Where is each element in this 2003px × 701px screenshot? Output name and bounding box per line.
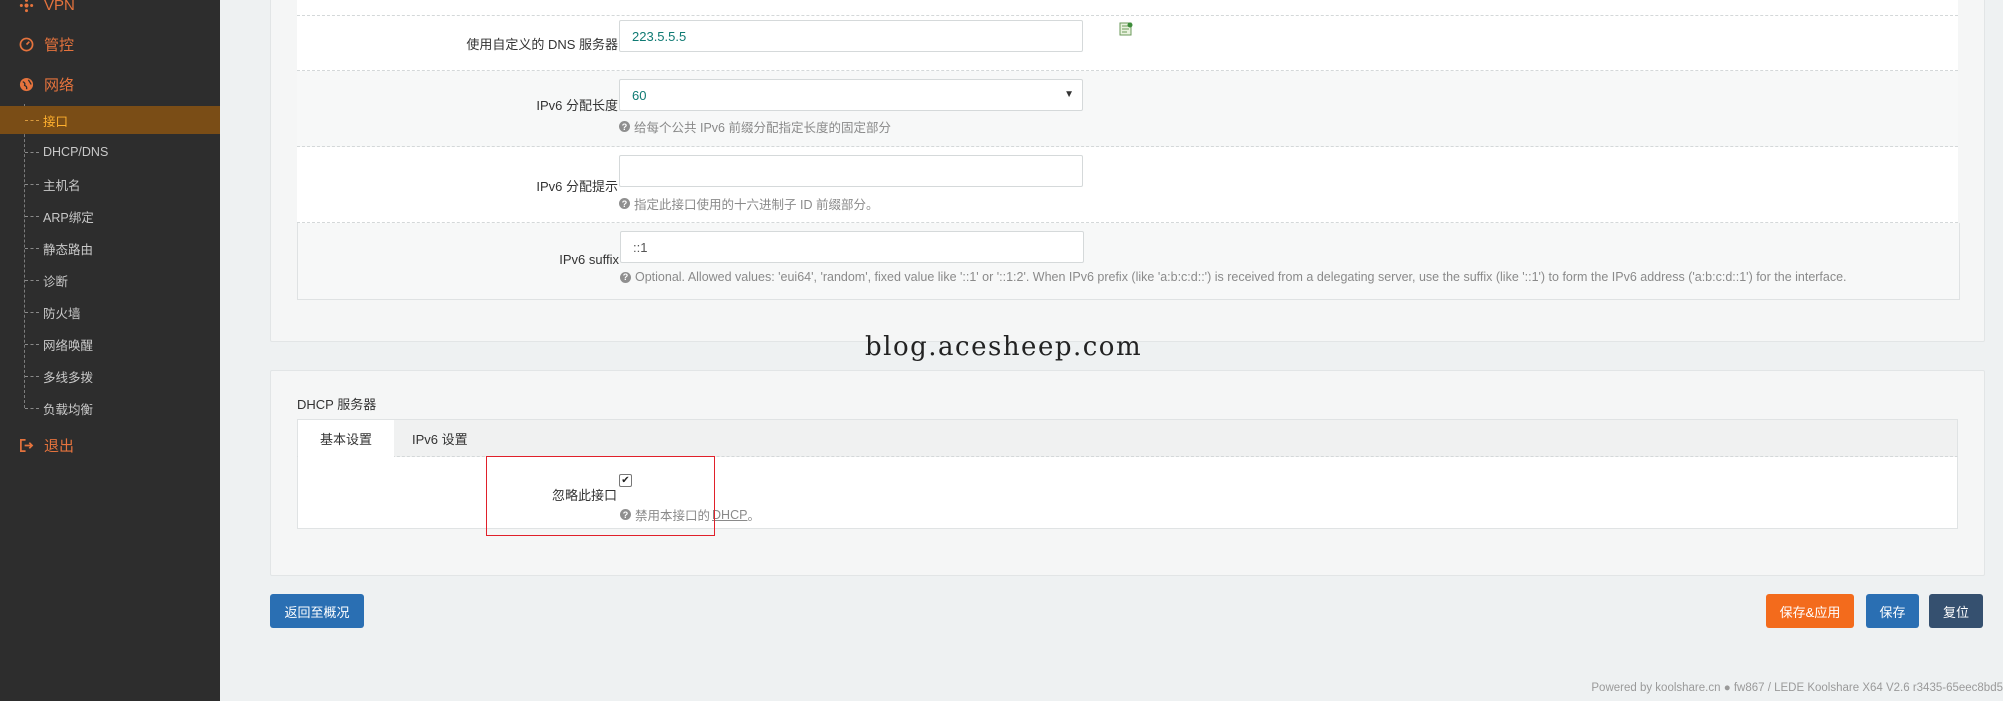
- help-text: 给每个公共 IPv6 前缀分配指定长度的固定部分: [634, 121, 891, 135]
- row-ipv6-assign-hint: IPv6 分配提示 ? 指定此接口使用的十六进制子 ID 前缀部分。: [297, 147, 1958, 223]
- reset-button[interactable]: 复位: [1929, 594, 1983, 628]
- watermark: blog.acesheep.com: [865, 332, 1143, 362]
- ipv6-hint-label: IPv6 分配提示: [536, 179, 618, 194]
- dhcp-section-title: DHCP 服务器: [297, 397, 377, 412]
- help-icon: ?: [619, 198, 630, 209]
- sidebar-subitem-wol[interactable]: 网络唤醒: [0, 330, 220, 358]
- custom-dns-value: 223.5.5.5: [632, 28, 687, 44]
- tab-ipv6-settings[interactable]: IPv6 设置: [390, 420, 490, 457]
- ipv6-suffix-help: ? Optional. Allowed values: 'eui64', 'ran…: [620, 270, 1847, 284]
- subitem-label: 主机名: [43, 178, 81, 193]
- sidebar-subitem-interface[interactable]: 接口: [0, 106, 220, 134]
- ipv6-length-value: 60: [632, 87, 647, 103]
- sidebar-item-logout[interactable]: 退出: [0, 430, 220, 460]
- sidebar-subitem-diagnostics[interactable]: 诊断: [0, 266, 220, 294]
- back-to-overview-button[interactable]: 返回至概况: [270, 594, 364, 628]
- sidebar-subitem-hostname[interactable]: 主机名: [0, 170, 220, 198]
- dhcp-help-link[interactable]: DHCP: [712, 508, 747, 522]
- subitem-label: ARP绑定: [43, 210, 94, 225]
- row-ipv6-suffix: IPv6 suffix ::1 ? Optional. Allowed value…: [297, 223, 1960, 300]
- help-icon: ?: [620, 271, 631, 283]
- subitem-label: DHCP/DNS: [43, 145, 109, 159]
- save-button[interactable]: 保存: [1866, 594, 1919, 628]
- sidebar-subitem-dhcp-dns[interactable]: DHCP/DNS: [0, 138, 220, 166]
- ipv6-suffix-value: ::1: [633, 239, 648, 255]
- sidebar-item-vpn[interactable]: VPN: [0, 0, 220, 20]
- sidebar-subitem-arp[interactable]: ARP绑定: [0, 202, 220, 230]
- sidebar-item-network[interactable]: 网络: [0, 69, 220, 99]
- globe-icon: [18, 76, 34, 92]
- ipv6-suffix-label: IPv6 suffix: [559, 252, 619, 267]
- subitem-label: 负载均衡: [43, 402, 94, 417]
- sidebar-subitem-static-route[interactable]: 静态路由: [0, 234, 220, 262]
- custom-dns-input[interactable]: 223.5.5.5: [619, 20, 1083, 52]
- highlight-box: [486, 456, 715, 536]
- ipv6-length-label: IPv6 分配长度: [536, 98, 618, 113]
- dhcp-tabs: 基本设置 IPv6 设置: [297, 419, 1958, 457]
- sidebar-item-label: 网络: [44, 76, 75, 94]
- ipv6-suffix-input[interactable]: ::1: [620, 231, 1084, 263]
- tab-basic-settings[interactable]: 基本设置: [298, 420, 395, 457]
- chevron-down-icon: ▼: [1064, 89, 1074, 100]
- sidebar-item-label: VPN: [44, 0, 75, 14]
- sidebar-subitem-multiwan[interactable]: 多线多拨: [0, 362, 220, 390]
- sidebar-subitem-loadbalance[interactable]: 负载均衡: [0, 394, 220, 422]
- ipv6-hint-input[interactable]: [619, 155, 1083, 187]
- help-text-suffix: 。: [747, 509, 760, 523]
- ipv6-hint-help: ? 指定此接口使用的十六进制子 ID 前缀部分。: [619, 194, 878, 213]
- ipv6-length-select[interactable]: 60 ▼: [619, 79, 1083, 111]
- vpn-icon: [18, 0, 34, 13]
- subitem-label: 多线多拨: [43, 370, 94, 385]
- subitem-label: 诊断: [43, 274, 69, 289]
- logout-icon: [18, 437, 34, 453]
- sidebar-subitem-firewall[interactable]: 防火墙: [0, 298, 220, 326]
- ipv6-length-help: ? 给每个公共 IPv6 前缀分配指定长度的固定部分: [619, 117, 891, 136]
- sidebar: VPN 管控 网络 接口 DHCP/DNS 主机名 ARP绑定 静态路由 诊断 …: [0, 0, 220, 701]
- footer-text: Powered by koolshare.cn ● fw867 / LEDE K…: [1591, 682, 2003, 694]
- add-entry-icon[interactable]: [1119, 22, 1133, 39]
- subitem-label: 网络唤醒: [43, 338, 94, 353]
- row-custom-dns: 使用自定义的 DNS 服务器 223.5.5.5: [297, 16, 1958, 71]
- subitem-label: 静态路由: [43, 242, 94, 257]
- sidebar-item-manage[interactable]: 管控: [0, 29, 220, 59]
- save-apply-button[interactable]: 保存&应用: [1766, 594, 1854, 628]
- row-ipv6-assign-length: IPv6 分配长度 60 ▼ ? 给每个公共 IPv6 前缀分配指定长度的固定部分: [297, 71, 1958, 147]
- custom-dns-label: 使用自定义的 DNS 服务器: [466, 37, 618, 52]
- sidebar-item-label: 管控: [44, 36, 75, 54]
- row-previous: [297, 0, 1958, 16]
- sidebar-item-label: 退出: [44, 437, 75, 455]
- subitem-label: 接口: [43, 114, 69, 129]
- help-text: 指定此接口使用的十六进制子 ID 前缀部分。: [634, 198, 879, 212]
- help-text: Optional. Allowed values: 'eui64', 'rand…: [635, 270, 1847, 284]
- interface-settings-panel: 使用自定义的 DNS 服务器 223.5.5.5 IPv6 分配长度 60 ▼ …: [270, 0, 1985, 342]
- dashboard-icon: [18, 36, 34, 52]
- subitem-label: 防火墙: [43, 306, 81, 321]
- help-icon: ?: [619, 121, 630, 132]
